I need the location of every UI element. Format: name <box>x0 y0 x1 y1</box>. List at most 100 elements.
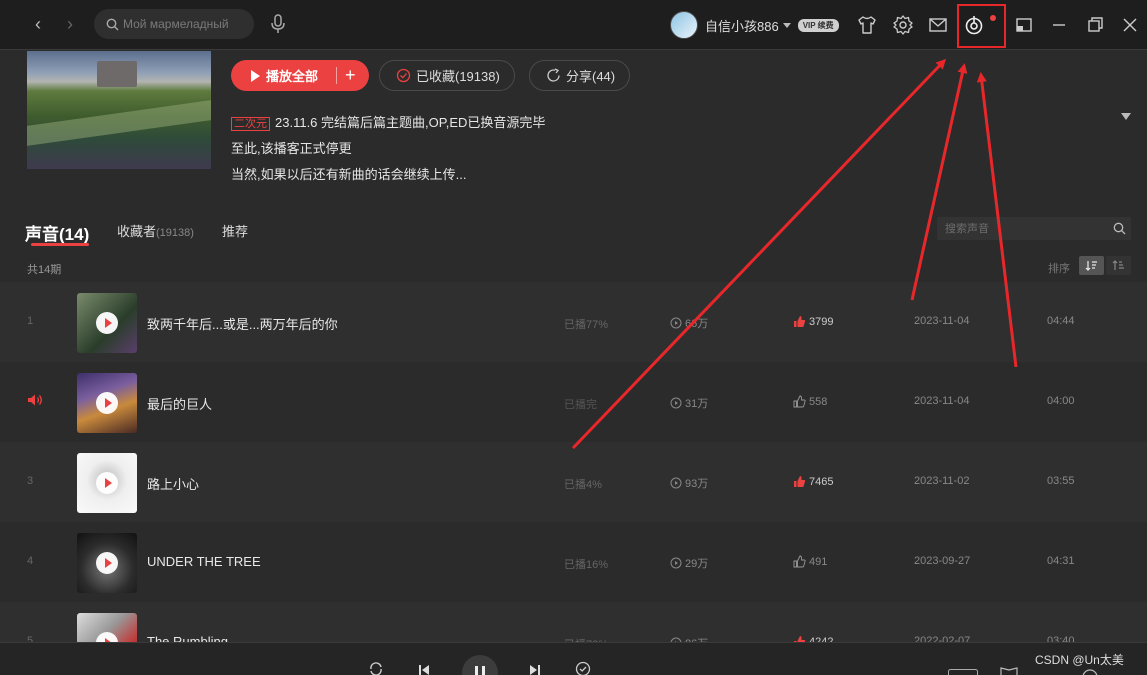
quality-icon[interactable] <box>948 669 978 675</box>
mail-icon[interactable] <box>927 14 949 36</box>
play-count: 31万 <box>670 395 708 411</box>
skin-tshirt-icon[interactable] <box>856 14 878 36</box>
like-count-value: 491 <box>809 555 828 568</box>
track-date: 2023-11-02 <box>914 475 970 487</box>
tab-sounds[interactable]: 声音(14) <box>25 220 89 245</box>
mini-mode-icon[interactable] <box>1013 14 1035 36</box>
microphone-icon[interactable] <box>268 13 288 35</box>
sort-ascending-button[interactable] <box>1106 256 1131 275</box>
track-date: 2023-11-04 <box>914 395 970 407</box>
now-playing-speaker-icon <box>28 394 42 406</box>
add-to-queue-icon[interactable]: + <box>345 64 356 86</box>
track-thumbnail[interactable] <box>77 453 137 513</box>
pause-button[interactable] <box>462 655 498 675</box>
vip-badge[interactable]: VIP 续费 <box>797 18 839 32</box>
track-index: 1 <box>27 315 34 327</box>
track-date: 2023-09-27 <box>914 555 971 567</box>
search-icon[interactable] <box>1113 222 1126 235</box>
tab-recommend[interactable]: 推荐 <box>222 221 248 240</box>
volume-icon[interactable] <box>1080 667 1100 675</box>
track-duration: 03:55 <box>1047 475 1075 487</box>
tab-collectors-count: (19138) <box>156 227 194 239</box>
expand-description-icon[interactable] <box>1121 113 1131 120</box>
next-track-icon[interactable] <box>528 663 542 675</box>
track-row[interactable]: 3 路上小心 已播4% 93万 7465 2023-11-02 03:55 <box>0 442 1147 522</box>
thumb-up-outline-icon[interactable] <box>793 555 806 568</box>
play-icon[interactable] <box>96 392 118 414</box>
play-mode-loop-icon[interactable] <box>368 661 384 675</box>
track-index: 3 <box>27 475 34 487</box>
category-tag[interactable]: 二次元 <box>231 117 270 131</box>
share-label: 分享(44) <box>566 69 616 84</box>
playlist-cover <box>27 51 211 169</box>
sort-descending-icon <box>1085 261 1097 271</box>
track-progress: 已播4% <box>564 479 602 491</box>
episode-count: 共14期 <box>27 264 62 276</box>
user-name[interactable]: 自信小孩886 <box>705 16 779 35</box>
track-row[interactable]: 最后的巨人 已播完 31万 558 2023-11-04 04:00 <box>0 362 1147 442</box>
track-title[interactable]: 最后的巨人 <box>147 394 212 413</box>
sort-label: 排序 <box>1048 263 1070 275</box>
share-icon <box>547 68 560 82</box>
search-box[interactable] <box>94 9 254 39</box>
thumb-up-icon[interactable] <box>793 475 806 488</box>
play-icon[interactable] <box>96 312 118 334</box>
track-title[interactable]: UNDER THE TREE <box>147 554 261 569</box>
play-icon <box>251 69 260 82</box>
like-count-value: 7465 <box>809 475 834 488</box>
search-icon <box>106 18 119 30</box>
sound-search-box[interactable] <box>937 217 1131 240</box>
sort-descending-button[interactable] <box>1079 256 1104 275</box>
annotation-highlight-box <box>957 4 1006 48</box>
thumb-up-outline-icon[interactable] <box>793 395 806 408</box>
track-duration: 04:31 <box>1047 555 1075 567</box>
check-circle-icon[interactable] <box>575 661 591 675</box>
play-count-value: 29万 <box>685 558 709 570</box>
chevron-down-icon[interactable] <box>782 22 791 28</box>
play-count: 29万 <box>670 555 708 571</box>
share-button[interactable]: 分享(44) <box>529 60 631 91</box>
track-thumbnail[interactable] <box>77 373 137 433</box>
title-bar: ‹ › 自信小孩886 VIP 续费 <box>0 0 1147 50</box>
play-circle-icon <box>670 557 682 569</box>
avatar[interactable] <box>670 11 698 39</box>
thumb-up-icon[interactable] <box>793 315 806 328</box>
minimize-icon[interactable] <box>1048 14 1070 36</box>
like-count[interactable]: 7465 <box>793 475 833 488</box>
sound-search-input[interactable] <box>945 222 1105 235</box>
search-input[interactable] <box>123 17 243 31</box>
gear-icon[interactable] <box>892 14 914 36</box>
play-all-button[interactable]: 播放全部 + <box>231 60 369 91</box>
collected-button[interactable]: 已收藏(19138) <box>379 60 515 91</box>
like-count[interactable]: 3799 <box>793 315 833 328</box>
play-circle-icon <box>670 317 682 329</box>
like-count[interactable]: 558 <box>793 395 827 408</box>
play-circle-icon <box>670 397 682 409</box>
play-icon[interactable] <box>96 552 118 574</box>
track-thumbnail[interactable] <box>77 293 137 353</box>
play-count-value: 31万 <box>685 398 709 410</box>
description-line-1: 二次元 23.11.6 完结篇后篇主题曲,OP,ED已换音源完毕 <box>231 112 545 131</box>
play-icon[interactable] <box>96 472 118 494</box>
track-duration: 04:44 <box>1047 315 1075 327</box>
track-row[interactable]: 4 UNDER THE TREE 已播16% 29万 491 2023-09-2… <box>0 522 1147 602</box>
close-icon[interactable] <box>1119 14 1141 36</box>
track-progress: 已播16% <box>564 559 609 571</box>
track-thumbnail[interactable] <box>77 533 137 593</box>
track-row[interactable]: 1 致两千年后...或是...两万年后的你 已播77% 66万 3799 202… <box>0 282 1147 362</box>
tab-collectors[interactable]: 收藏者(19138) <box>117 221 194 240</box>
forward-arrow-icon[interactable]: › <box>58 13 82 37</box>
user-menu[interactable]: 自信小孩886 VIP 续费 <box>670 11 839 39</box>
maximize-icon[interactable] <box>1084 14 1106 36</box>
player-bar <box>0 642 1147 675</box>
previous-track-icon[interactable] <box>417 663 431 675</box>
like-count-value: 3799 <box>809 315 834 328</box>
track-index: 4 <box>27 555 34 567</box>
lyrics-book-icon[interactable] <box>1000 667 1018 675</box>
tab-collectors-label: 收藏者 <box>117 224 157 239</box>
track-title[interactable]: 路上小心 <box>147 474 199 493</box>
back-arrow-icon[interactable]: ‹ <box>26 13 50 37</box>
play-count: 93万 <box>670 475 708 491</box>
track-title[interactable]: 致两千年后...或是...两万年后的你 <box>147 314 338 333</box>
like-count[interactable]: 491 <box>793 555 827 568</box>
